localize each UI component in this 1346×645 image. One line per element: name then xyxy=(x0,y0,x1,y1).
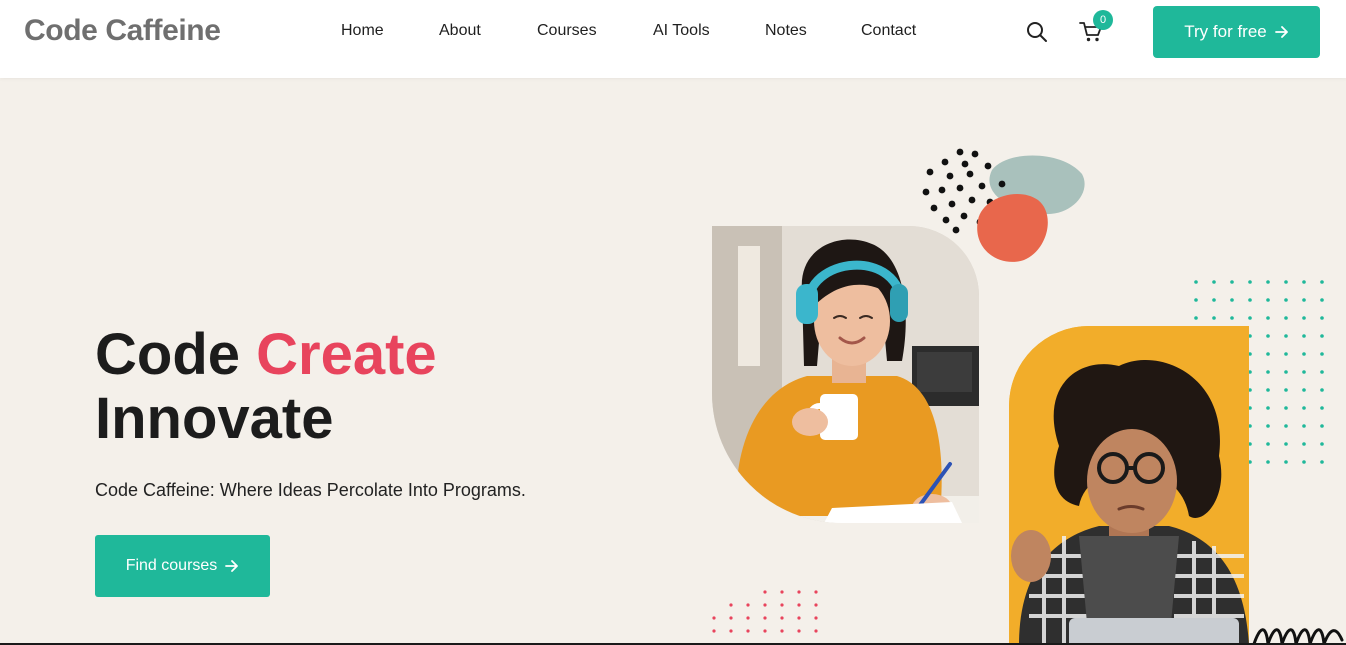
brand-logo[interactable]: Code Caffeine xyxy=(24,14,221,48)
arrow-right-icon xyxy=(1274,26,1288,38)
cart-count-badge: 0 xyxy=(1093,10,1113,30)
find-courses-label: Find courses xyxy=(125,557,218,574)
nav-notes[interactable]: Notes xyxy=(765,22,807,40)
decorative-dots-grid-pink xyxy=(712,590,818,633)
hero-title: Code Create Innovate xyxy=(95,323,437,451)
student-headphones-photo xyxy=(712,226,979,523)
hero-title-word-innovate: Innovate xyxy=(95,386,334,451)
site-header: Code Caffeine Home About Courses AI Tool… xyxy=(0,0,1346,78)
try-for-free-button[interactable]: Try for free xyxy=(1153,6,1320,58)
hero-subtitle: Code Caffeine: Where Ideas Percolate Int… xyxy=(95,480,526,500)
hero-title-word-code: Code xyxy=(95,322,240,387)
search-icon[interactable] xyxy=(1023,18,1051,46)
find-courses-button[interactable]: Find courses xyxy=(95,535,270,597)
nav-about[interactable]: About xyxy=(439,22,481,40)
arrow-right-icon xyxy=(225,560,239,572)
nav-contact[interactable]: Contact xyxy=(861,22,916,40)
decorative-scribble xyxy=(1252,628,1344,645)
decorative-blob-coral xyxy=(977,193,1048,262)
nav-courses[interactable]: Courses xyxy=(537,22,597,40)
try-for-free-label: Try for free xyxy=(1184,22,1267,41)
nav-ai-tools[interactable]: AI Tools xyxy=(653,22,710,40)
nav-home[interactable]: Home xyxy=(341,22,384,40)
hero-title-word-create: Create xyxy=(256,322,437,387)
thinking-man-photo xyxy=(1009,326,1249,645)
